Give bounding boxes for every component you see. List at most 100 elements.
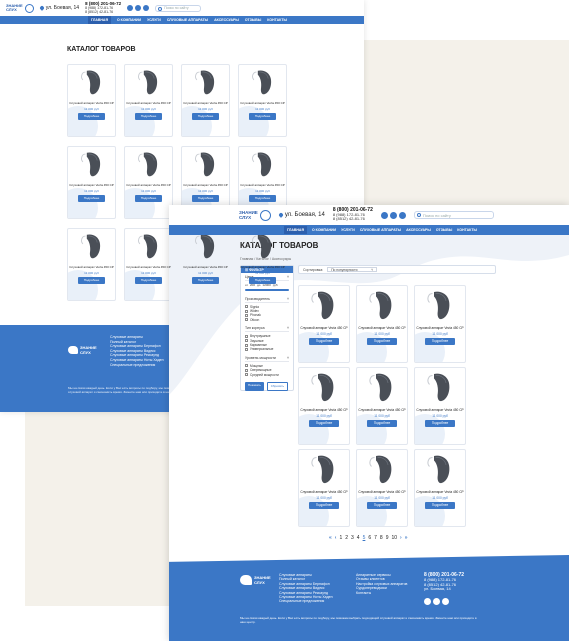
product-card[interactable]: Слуховой аппарат Vezia 450 CP 11 000 руб П… xyxy=(238,64,287,137)
filter-option[interactable]: Средней мощности xyxy=(245,373,289,377)
telegram-icon[interactable] xyxy=(398,211,406,219)
whatsapp-icon[interactable] xyxy=(389,211,397,219)
phone-3[interactable]: 8 (8512) 42-81-76 xyxy=(333,216,365,222)
chevron-down-icon[interactable]: ˅ xyxy=(287,356,289,360)
nav-contacts[interactable]: Контакты xyxy=(457,228,477,232)
checkbox[interactable] xyxy=(245,364,248,368)
pager-first-icon[interactable]: « xyxy=(329,535,332,541)
footer-logo[interactable]: ЗНАНИЕ СЛУХ xyxy=(240,575,271,585)
nav-home[interactable]: Главная xyxy=(88,16,111,24)
chevron-down-icon[interactable]: ˅ xyxy=(287,297,289,301)
details-button[interactable]: Подробнее xyxy=(134,276,163,284)
price-slider[interactable] xyxy=(245,289,289,291)
product-card[interactable]: Слуховой аппарат Vezia 450 CP 11 000 руб П… xyxy=(414,285,466,363)
filter-option[interactable]: Универсальные xyxy=(245,347,289,351)
product-card[interactable]: Слуховой аппарат Vezia 450 CP 11 000 руб П… xyxy=(124,228,173,301)
vk-icon[interactable] xyxy=(127,5,134,11)
checkbox[interactable] xyxy=(245,334,248,338)
product-card[interactable]: Слуховой аппарат Vezia 450 CP 11 000 руб П… xyxy=(67,228,116,301)
details-button[interactable]: Подробнее xyxy=(134,194,163,202)
details-button[interactable]: Подробнее xyxy=(424,419,456,427)
nav-reviews[interactable]: Отзывы xyxy=(245,18,261,22)
product-card[interactable]: Слуховой аппарат Vezia 450 CP 11 000 руб П… xyxy=(67,64,116,137)
chevron-down-icon[interactable]: ˅ xyxy=(287,275,289,279)
product-card[interactable]: Слуховой аппарат Vezia 450 CP 11 000 руб П… xyxy=(124,64,173,137)
product-card[interactable]: Слуховой аппарат Vezia 450 CP 11 000 руб П… xyxy=(298,449,350,527)
nav-accessories[interactable]: Аксессуары xyxy=(214,18,239,22)
details-button[interactable]: Подробнее xyxy=(191,112,220,120)
nav-accessories[interactable]: Аксессуары xyxy=(406,228,431,232)
product-card[interactable]: Слуховой аппарат Vezia 450 CP 11 000 руб П… xyxy=(356,367,408,445)
checkbox[interactable] xyxy=(245,343,248,347)
details-button[interactable]: Подробнее xyxy=(424,337,456,345)
pager-page[interactable]: 2 xyxy=(345,535,348,541)
checkbox[interactable] xyxy=(245,309,248,313)
telegram-icon[interactable] xyxy=(442,598,449,605)
details-button[interactable]: Подробнее xyxy=(191,276,220,284)
sort-select[interactable]: По популярности ˅ xyxy=(327,266,378,273)
nav-about[interactable]: О компании xyxy=(312,228,336,232)
nav-home[interactable]: Главная xyxy=(284,226,307,234)
price-to-input[interactable]: 12000 xyxy=(262,283,270,287)
nav-contacts[interactable]: Контакты xyxy=(267,18,287,22)
nav-services[interactable]: Услуги xyxy=(147,18,161,22)
details-button[interactable]: Подробнее xyxy=(77,194,106,202)
details-button[interactable]: Подробнее xyxy=(308,501,340,509)
details-button[interactable]: Подробнее xyxy=(308,337,340,345)
product-card[interactable]: Слуховой аппарат Vezia 450 CP 11 000 руб П… xyxy=(356,449,408,527)
pager-page[interactable]: 9 xyxy=(386,535,389,541)
product-card[interactable]: Слуховой аппарат Vezia 450 CP 11 000 руб П… xyxy=(298,367,350,445)
nav-hearing-aids[interactable]: Слуховые аппараты xyxy=(167,18,208,22)
checkbox[interactable] xyxy=(245,348,248,352)
logo[interactable]: ЗНАНИЕ СЛУХ xyxy=(239,209,271,221)
telegram-icon[interactable] xyxy=(143,5,150,11)
nav-about[interactable]: О компании xyxy=(117,18,141,22)
whatsapp-icon[interactable] xyxy=(433,598,440,605)
pager-page[interactable]: 10 xyxy=(391,535,397,541)
product-card[interactable]: Слуховой аппарат Vezia 450 CP 11 000 руб П… xyxy=(67,146,116,219)
details-button[interactable]: Подробнее xyxy=(308,419,340,427)
search-input[interactable]: Поиск по сайту xyxy=(155,4,202,12)
vk-icon[interactable] xyxy=(424,598,431,605)
checkbox[interactable] xyxy=(245,368,248,372)
details-button[interactable]: Подробнее xyxy=(77,112,106,120)
details-button[interactable]: Подробнее xyxy=(134,112,163,120)
nav-reviews[interactable]: Отзывы xyxy=(436,228,452,232)
nav-services[interactable]: Услуги xyxy=(341,228,355,232)
pager-page[interactable]: 6 xyxy=(368,535,371,541)
product-card[interactable]: Слуховой аппарат Vezia 450 CP 11 000 руб П… xyxy=(181,64,230,137)
chevron-down-icon[interactable]: ˅ xyxy=(287,326,289,330)
footer-link[interactable]: Контакты xyxy=(356,591,407,595)
details-button[interactable]: Подробнее xyxy=(248,112,277,120)
details-button[interactable]: Подробнее xyxy=(366,419,398,427)
footer-logo[interactable]: ЗНАНИЕ СЛУХ xyxy=(68,345,97,355)
product-card[interactable]: Слуховой аппарат Vezia 450 CP 11 000 руб П… xyxy=(124,146,173,219)
footer-link[interactable]: Специальные предложения xyxy=(110,363,164,368)
pager-page[interactable]: 5 xyxy=(363,535,366,541)
whatsapp-icon[interactable] xyxy=(135,5,142,11)
footer-link[interactable]: Слуховые аппараты Ноты Хаден xyxy=(110,358,164,363)
pager-page[interactable]: 8 xyxy=(380,535,383,541)
product-card[interactable]: Слуховой аппарат Vezia 450 CP 11 000 руб П… xyxy=(298,285,350,363)
details-button[interactable]: Подробнее xyxy=(191,194,220,202)
footer-link[interactable]: Специальные предложения xyxy=(279,599,333,603)
details-button[interactable]: Подробнее xyxy=(77,276,106,284)
checkbox[interactable] xyxy=(245,373,248,377)
logo[interactable]: ЗНАНИЕ СЛУХ xyxy=(6,3,34,13)
pager-last-icon[interactable]: » xyxy=(405,535,408,541)
product-card[interactable]: Слуховой аппарат Vezia 450 CP 11 000 руб П… xyxy=(414,367,466,445)
filter-reset-button[interactable]: Сбросить xyxy=(266,381,289,391)
pager-page[interactable]: 1 xyxy=(339,535,342,541)
nav-hearing-aids[interactable]: Слуховые аппараты xyxy=(360,228,401,232)
pager-page[interactable]: 4 xyxy=(357,535,360,541)
details-button[interactable]: Подробнее xyxy=(424,501,456,509)
pager-page[interactable]: 7 xyxy=(374,535,377,541)
details-button[interactable]: Подробнее xyxy=(248,194,277,202)
product-card[interactable]: Слуховой аппарат Vezia 450 CP 11 000 руб П… xyxy=(414,449,466,527)
pager-prev-icon[interactable]: ‹ xyxy=(335,535,337,541)
checkbox[interactable] xyxy=(245,314,248,318)
filter-apply-button[interactable]: Показать xyxy=(245,381,264,391)
details-button[interactable]: Подробнее xyxy=(366,501,398,509)
price-from-input[interactable]: 200 xyxy=(250,283,255,287)
checkbox[interactable] xyxy=(245,318,248,322)
